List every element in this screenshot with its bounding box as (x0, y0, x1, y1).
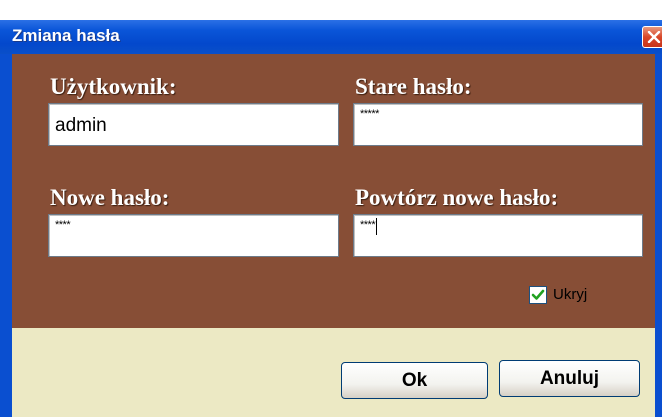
user-input[interactable]: admin (48, 103, 339, 146)
user-input-value: admin (55, 115, 107, 136)
close-button[interactable] (642, 26, 662, 48)
window-frame-right (655, 54, 662, 417)
window-frame-left (0, 54, 12, 417)
user-label: Użytkownik: (50, 74, 177, 99)
new-password-input-value: **** (55, 219, 71, 231)
new-password-label: Nowe hasło: (50, 185, 170, 210)
title-bar[interactable]: Zmiana hasła (0, 20, 662, 54)
close-icon (647, 31, 661, 43)
hide-password-label: Ukryj (553, 286, 588, 303)
old-password-input-value: ***** (360, 108, 379, 120)
repeat-password-label: Powtórz nowe hasło: (355, 185, 559, 210)
cancel-button[interactable]: Anuluj (499, 360, 640, 397)
repeat-password-input[interactable]: **** (353, 214, 643, 257)
old-password-input[interactable]: ***** (353, 103, 643, 146)
dialog-title: Zmiana hasła (12, 26, 120, 45)
old-password-label: Stare hasło: (355, 74, 472, 99)
repeat-password-input-value: **** (360, 219, 376, 231)
password-change-dialog: Zmiana hasła Użytkownik: admin Stare has… (0, 0, 662, 417)
text-caret (376, 218, 378, 235)
new-password-input[interactable]: **** (48, 214, 339, 257)
checkmark-icon (531, 289, 545, 300)
ok-button[interactable]: Ok (341, 362, 488, 399)
hide-password-checkbox[interactable] (529, 286, 547, 304)
